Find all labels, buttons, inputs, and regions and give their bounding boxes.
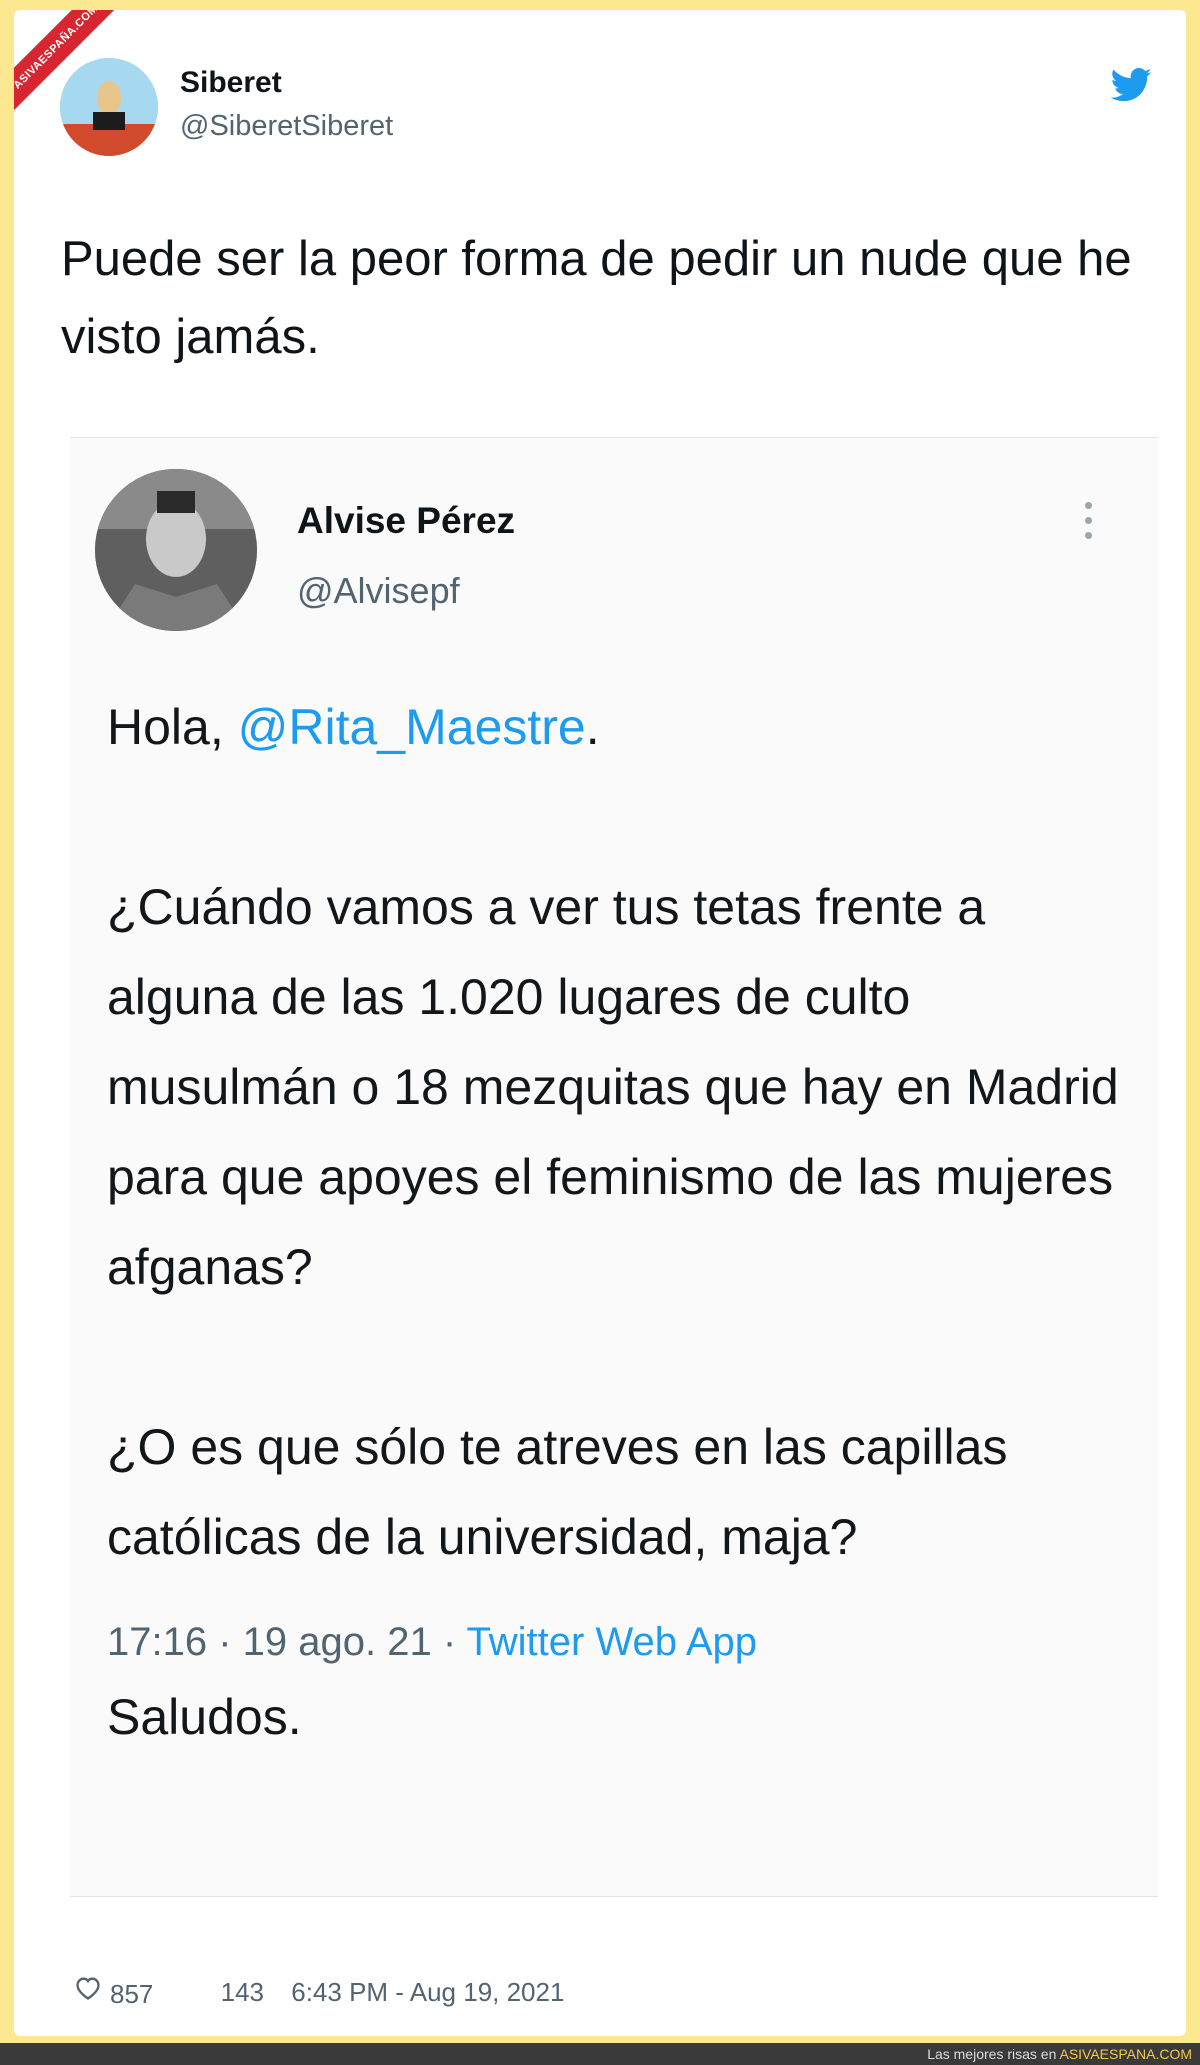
tweet-timestamp[interactable]: 6:43 PM - Aug 19, 2021 [291, 1977, 564, 2008]
tweet-text: Puede ser la peor forma de pedir un nude… [61, 232, 1132, 364]
heart-icon [76, 1977, 100, 2000]
site-link[interactable]: ASIVAESPANA.COM [1059, 2046, 1192, 2062]
tweet-footer: 857 143 6:43 PM - Aug 19, 2021 [74, 1975, 564, 2010]
quoted-paragraph-2: ¿O es que sólo te atreves en las capilla… [107, 1419, 1008, 1565]
quoted-paragraph-1: ¿Cuándo vamos a ver tus tetas frente a a… [107, 879, 1119, 1295]
like-count: 857 [110, 1978, 154, 2009]
quoted-author-name[interactable]: Alvise Pérez [297, 500, 515, 542]
quoted-tweet-text: Hola, @Rita_Maestre. ¿Cuándo vamos a ver… [107, 682, 1137, 1762]
quoted-greeting: Hola, @Rita_Maestre. [107, 699, 600, 755]
more-options-icon[interactable] [1083, 502, 1093, 544]
tweet-card: ASIVAESPAÑA.COM Siberet @SiberetSiberet … [14, 10, 1186, 2036]
quoted-closing: Saludos. [107, 1689, 302, 1745]
quoted-author-avatar[interactable] [95, 469, 257, 631]
author-handle[interactable]: @SiberetSiberet [180, 110, 393, 143]
twitter-bird-icon[interactable] [1110, 68, 1152, 102]
source-link[interactable]: Twitter Web App [467, 1620, 758, 1664]
quoted-author-handle[interactable]: @Alvisepf [297, 570, 460, 612]
author-avatar[interactable] [60, 58, 158, 156]
retweet-count[interactable]: 143 [221, 1977, 264, 2008]
author-name[interactable]: Siberet [180, 66, 282, 100]
mention-link[interactable]: @Rita_Maestre [238, 699, 586, 755]
like-button[interactable]: 857 [74, 1975, 153, 2010]
bottom-bar: Las mejores risas en ASIVAESPANA.COM [0, 2043, 1200, 2065]
quoted-meta: 17:16 · 19 ago. 21 · Twitter Web App [107, 1620, 758, 1664]
